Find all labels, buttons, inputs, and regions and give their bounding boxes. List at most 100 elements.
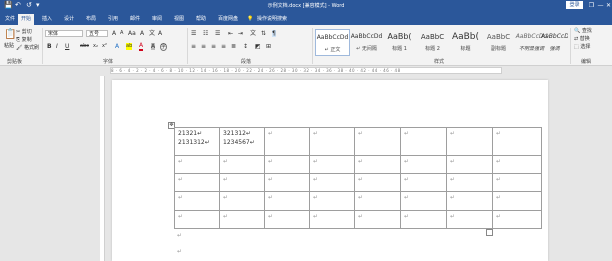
table-cell[interactable]: ↵ bbox=[354, 172, 401, 193]
line-spacing-icon[interactable]: ↕ bbox=[243, 43, 248, 50]
table-cell[interactable]: ↵ bbox=[219, 172, 265, 193]
table-cell[interactable]: ↵ bbox=[400, 191, 447, 211]
text-effects-icon[interactable]: A bbox=[115, 43, 119, 50]
style-emphasis[interactable]: AaBbCcDd 强调 bbox=[541, 29, 568, 54]
table-cell[interactable]: ↵ bbox=[400, 154, 447, 174]
tab-baidu-netdisk[interactable]: 百度网盘 bbox=[215, 14, 241, 25]
table-cell[interactable]: ↵ bbox=[400, 127, 447, 156]
tab-help[interactable]: 帮助 bbox=[193, 14, 209, 25]
table-cell[interactable]: ↵ bbox=[492, 191, 542, 211]
bold-button[interactable]: B bbox=[47, 43, 52, 50]
table-cell[interactable]: ↵ bbox=[264, 191, 310, 211]
table-cell[interactable]: ↵ bbox=[219, 191, 265, 211]
tab-design[interactable]: 设计 bbox=[61, 14, 77, 25]
copy-button[interactable]: ⎘ 复制 bbox=[16, 37, 32, 44]
table-cell[interactable]: ↵ bbox=[400, 209, 447, 230]
table-cell[interactable]: ↵ bbox=[446, 209, 493, 230]
table-cell[interactable]: ↵ bbox=[264, 154, 310, 174]
table-cell[interactable]: ↵ bbox=[174, 191, 220, 211]
table-cell[interactable]: ↵ bbox=[446, 127, 493, 156]
justify-icon[interactable]: ≡ bbox=[221, 43, 226, 50]
table-cell[interactable]: ↵ bbox=[219, 154, 265, 174]
underline-button[interactable]: U bbox=[65, 43, 69, 50]
table-cell[interactable]: ↵ bbox=[492, 154, 542, 174]
multilevel-list-icon[interactable]: ☰ bbox=[215, 30, 220, 37]
show-marks-icon[interactable]: ¶ bbox=[272, 30, 276, 37]
tab-references[interactable]: 引用 bbox=[105, 14, 121, 25]
enclose-char-icon[interactable]: 字 bbox=[160, 43, 168, 51]
table-cell[interactable]: ↵ bbox=[354, 154, 401, 174]
superscript-button[interactable]: x² bbox=[102, 43, 107, 50]
style-heading-1[interactable]: AaBb( 标题 1 bbox=[383, 29, 416, 54]
table-cell[interactable]: ↵ bbox=[219, 209, 265, 230]
table-cell[interactable]: ↵ bbox=[309, 154, 355, 174]
document-table[interactable]: 21321↵ 2131312↵ 321312↵ 1234567↵ ↵ ↵ ↵ ↵ ↵ ↵ ↵ ↵ ↵ ↵ ↵… bbox=[174, 127, 542, 230]
borders-icon[interactable]: ⊞ bbox=[266, 43, 271, 50]
paste-icon[interactable]: 📋 bbox=[4, 29, 16, 41]
table-cell[interactable]: ↵ bbox=[354, 209, 401, 230]
numbering-icon[interactable]: ☷ bbox=[203, 30, 208, 37]
pinyin-icon[interactable]: 文 bbox=[149, 30, 155, 37]
table-cell[interactable]: ↵ bbox=[492, 209, 542, 230]
align-left-icon[interactable]: ≡ bbox=[191, 43, 196, 50]
table-cell[interactable]: ↵ bbox=[400, 172, 447, 193]
table-cell[interactable]: ↵ bbox=[264, 172, 310, 193]
change-case-icon[interactable]: Aa bbox=[128, 30, 136, 37]
font-name-field[interactable]: 宋体 bbox=[45, 30, 83, 37]
table-cell[interactable]: ↵ bbox=[446, 154, 493, 174]
tab-file[interactable]: 文件 bbox=[2, 14, 18, 25]
paste-label[interactable]: 粘贴 bbox=[4, 43, 14, 50]
table-cell[interactable]: ↵ bbox=[446, 172, 493, 193]
tab-layout[interactable]: 布局 bbox=[83, 14, 99, 25]
tab-home[interactable]: 开始 bbox=[18, 14, 35, 25]
style-subtitle[interactable]: AaBbC 副标题 bbox=[482, 29, 515, 54]
table-cell[interactable]: ↵ bbox=[174, 172, 220, 193]
table-cell[interactable]: ↵ bbox=[264, 127, 310, 156]
tab-view[interactable]: 视图 bbox=[171, 14, 187, 25]
table-cell[interactable]: 21321↵ 2131312↵ bbox=[174, 127, 220, 156]
decrease-indent-icon[interactable]: ⇤ bbox=[228, 30, 233, 37]
table-cell[interactable]: ↵ bbox=[492, 172, 542, 193]
find-button[interactable]: 🔍 查找 bbox=[574, 28, 592, 35]
sort-icon[interactable]: ⇅ bbox=[261, 30, 266, 37]
table-cell[interactable]: ↵ bbox=[309, 172, 355, 193]
table-cell[interactable]: 321312↵ 1234567↵ bbox=[219, 127, 265, 156]
replace-button[interactable]: ⇄ 替换 bbox=[574, 36, 590, 43]
tab-insert[interactable]: 插入 bbox=[39, 14, 55, 25]
grow-font-icon[interactable]: A bbox=[112, 30, 116, 37]
strikethrough-button[interactable]: abc bbox=[80, 43, 89, 50]
increase-indent-icon[interactable]: ⇥ bbox=[238, 30, 243, 37]
table-cell[interactable]: ↵ bbox=[174, 209, 220, 230]
chinese-layout-icon[interactable]: 文 bbox=[250, 30, 256, 37]
shrink-font-icon[interactable]: A bbox=[120, 30, 123, 37]
char-shading-icon[interactable]: A bbox=[151, 43, 156, 50]
ruler-scale[interactable]: 8 · 6 · 4 · 2 · 2 · 4 · 6 · 8 · 10 · 12 … bbox=[110, 67, 502, 74]
bullets-icon[interactable]: ☰ bbox=[191, 30, 196, 37]
table-resize-handle[interactable] bbox=[486, 229, 493, 236]
format-painter-button[interactable]: 🖌 格式刷 bbox=[16, 45, 39, 52]
clear-format-icon[interactable]: A bbox=[140, 30, 144, 37]
shading-icon[interactable]: ◩ bbox=[255, 43, 261, 50]
table-cell[interactable]: ↵ bbox=[492, 127, 542, 156]
style-no-spacing[interactable]: AaBbCcDd ↵ 无间隔 bbox=[350, 29, 383, 54]
tell-me-search[interactable]: 操作说明搜索 bbox=[254, 14, 290, 25]
tab-mailings[interactable]: 邮件 bbox=[127, 14, 143, 25]
table-cell[interactable]: ↵ bbox=[174, 154, 220, 174]
subscript-button[interactable]: x₂ bbox=[93, 43, 98, 50]
table-cell[interactable]: ↵ bbox=[446, 191, 493, 211]
style-normal[interactable]: AaBbCcDd ↵ 正文 bbox=[315, 29, 350, 56]
select-button[interactable]: ⬚ 选择 bbox=[574, 44, 590, 51]
ribbon-display-icon[interactable]: ❐ bbox=[587, 0, 596, 11]
tab-review[interactable]: 审阅 bbox=[149, 14, 165, 25]
font-size-field[interactable]: 五号 bbox=[86, 30, 108, 37]
highlight-icon[interactable]: ab bbox=[126, 43, 133, 50]
login-button[interactable]: 登录 bbox=[566, 1, 583, 9]
font-color-icon[interactable]: A bbox=[139, 43, 144, 51]
close-button[interactable]: ✕ bbox=[604, 0, 612, 11]
italic-button[interactable]: I bbox=[56, 43, 58, 50]
align-center-icon[interactable]: ≡ bbox=[201, 43, 206, 50]
table-cell[interactable]: ↵ bbox=[354, 127, 401, 156]
style-heading-2[interactable]: AaBbC 标题 2 bbox=[416, 29, 449, 54]
table-cell[interactable]: ↵ bbox=[309, 191, 355, 211]
table-cell[interactable]: ↵ bbox=[309, 209, 355, 230]
